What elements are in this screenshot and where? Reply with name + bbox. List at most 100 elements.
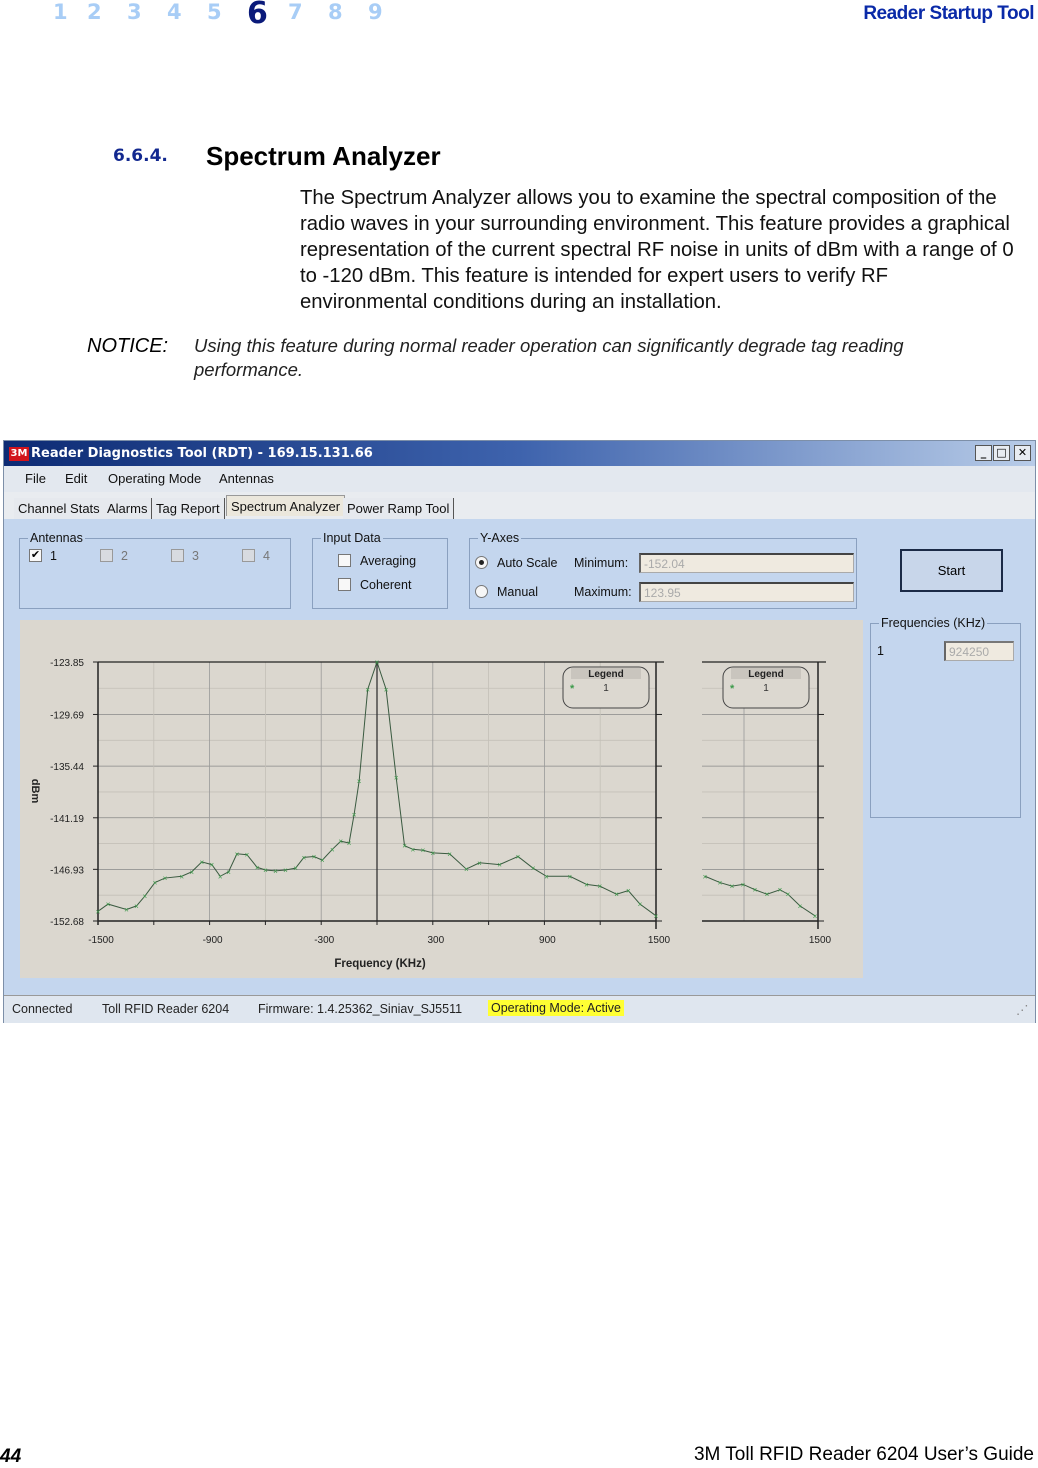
x-tick-label: -300	[314, 935, 334, 946]
antenna-1-label: 1	[50, 549, 57, 563]
y-tick-label: -129.69	[50, 710, 84, 721]
antennas-label: Antennas	[30, 531, 83, 545]
notice-label: NOTICE:	[87, 335, 169, 357]
tab-spectrum-analyzer[interactable]: Spectrum Analyzer	[226, 495, 346, 516]
data-point: ×	[245, 851, 250, 860]
data-point: ×	[584, 880, 589, 889]
averaging-checkbox[interactable]	[338, 554, 351, 567]
data-point: ×	[638, 900, 643, 909]
manual-label: Manual	[497, 585, 538, 599]
data-point: ×	[209, 861, 214, 870]
menu-edit[interactable]: Edit	[65, 471, 87, 486]
data-point: ×	[568, 872, 573, 881]
y-tick-label: -146.93	[50, 865, 84, 876]
page-number: 44	[0, 1446, 22, 1467]
data-point: ×	[96, 907, 101, 916]
mini-data-point: ×	[798, 902, 803, 911]
maximize-button[interactable]: □	[993, 445, 1010, 461]
data-point: ×	[531, 864, 536, 873]
tab-tag-report[interactable]: Tag Report	[152, 498, 225, 519]
data-point: ×	[263, 866, 268, 875]
resize-grip-icon[interactable]: ⋰	[1016, 1002, 1029, 1017]
data-point: ×	[163, 874, 168, 883]
data-point: ×	[293, 864, 298, 873]
data-point: ×	[384, 685, 389, 694]
chapter-link-2[interactable]: 2	[87, 0, 102, 24]
data-point: ×	[218, 872, 223, 881]
x-axis-label: Frequency (KHz)	[334, 958, 426, 970]
frequency-input[interactable]: 924250	[944, 641, 1014, 661]
data-point: ×	[302, 853, 307, 862]
data-point: ×	[124, 906, 129, 915]
coherent-checkbox[interactable]	[338, 578, 351, 591]
antenna-4-label: 4	[263, 549, 270, 563]
chapter-link-4[interactable]: 4	[167, 0, 182, 24]
data-point: ×	[106, 900, 111, 909]
menu-operating-mode[interactable]: Operating Mode	[108, 471, 201, 486]
title-bar[interactable]: 3M Reader Diagnostics Tool (RDT) - 169.1…	[4, 441, 1035, 466]
data-point: ×	[516, 852, 521, 861]
chapter-link-7[interactable]: 7	[288, 0, 303, 24]
3m-logo: 3M	[9, 447, 29, 461]
section-title: Spectrum Analyzer	[206, 141, 441, 171]
data-point: ×	[447, 850, 452, 859]
auto-scale-label: Auto Scale	[497, 556, 558, 570]
menu-bar: File Edit Operating Mode Antennas	[4, 466, 1035, 492]
header-title: Reader Startup Tool	[863, 3, 1034, 24]
auto-scale-radio[interactable]	[475, 556, 488, 569]
data-point: ×	[365, 685, 370, 694]
chapter-link-6[interactable]: 6	[247, 0, 268, 31]
antenna-2-label: 2	[121, 549, 128, 563]
x-tick-label: 1500	[648, 935, 671, 946]
mini-legend-entry: 1	[763, 683, 769, 694]
data-point: ×	[626, 887, 631, 896]
antenna-3-checkbox[interactable]	[171, 549, 184, 562]
tab-channel-stats[interactable]: Channel Stats	[14, 498, 105, 519]
mini-legend-title: Legend	[748, 669, 784, 680]
manual-radio[interactable]	[475, 585, 488, 598]
tab-power-ramp-tool[interactable]: Power Ramp Tool	[343, 498, 455, 519]
chapter-link-8[interactable]: 8	[328, 0, 343, 24]
antenna-1-checkbox[interactable]: ✔	[29, 549, 42, 562]
close-button[interactable]: ✕	[1014, 445, 1031, 461]
coherent-label: Coherent	[360, 578, 412, 592]
y-tick-label: -141.19	[50, 814, 84, 825]
mini-data-point: ×	[718, 879, 723, 888]
x-tick-label: -900	[203, 935, 223, 946]
menu-antennas[interactable]: Antennas	[219, 471, 274, 486]
data-point: ×	[338, 837, 343, 846]
data-point: ×	[402, 842, 407, 851]
frequency-index: 1	[877, 644, 884, 658]
start-button[interactable]: Start	[900, 549, 1003, 592]
data-point: ×	[464, 865, 469, 874]
section-number: 6.6.4.	[113, 146, 168, 166]
y-tick-label: -152.68	[50, 917, 84, 928]
guide-title: 3M Toll RFID Reader 6204 User’s Guide	[693, 1444, 1034, 1465]
section-body: The Spectrum Analyzer allows you to exam…	[300, 187, 1014, 313]
data-point: ×	[411, 845, 416, 854]
antenna-4-checkbox[interactable]	[242, 549, 255, 562]
chapter-link-9[interactable]: 9	[368, 0, 383, 24]
chapter-link-5[interactable]: 5	[207, 0, 222, 24]
minimize-button[interactable]: _	[975, 445, 992, 461]
antenna-2-checkbox[interactable]	[100, 549, 113, 562]
data-point: ×	[497, 861, 502, 870]
menu-file[interactable]: File	[25, 471, 46, 486]
mini-data-point: ×	[765, 890, 770, 899]
minimum-label: Minimum:	[574, 556, 629, 570]
data-point: ×	[357, 777, 362, 786]
tab-alarms[interactable]: Alarms	[103, 498, 153, 519]
data-point: ×	[320, 856, 325, 865]
x-tick-label: -1500	[88, 935, 114, 946]
chapter-link-3[interactable]: 3	[127, 0, 142, 24]
mini-data-point: ×	[786, 890, 791, 899]
data-point: ×	[235, 850, 240, 859]
maximum-input[interactable]: 123.95	[639, 582, 854, 602]
data-point: ×	[394, 773, 399, 782]
chapter-link-1[interactable]: 1	[53, 0, 68, 24]
mini-data-point: ×	[753, 886, 758, 895]
mini-data-point: ×	[813, 912, 818, 921]
rdt-window: 3M Reader Diagnostics Tool (RDT) - 169.1…	[3, 440, 1036, 1023]
mini-data-point: ×	[778, 886, 783, 895]
minimum-input[interactable]: -152.04	[639, 553, 854, 573]
